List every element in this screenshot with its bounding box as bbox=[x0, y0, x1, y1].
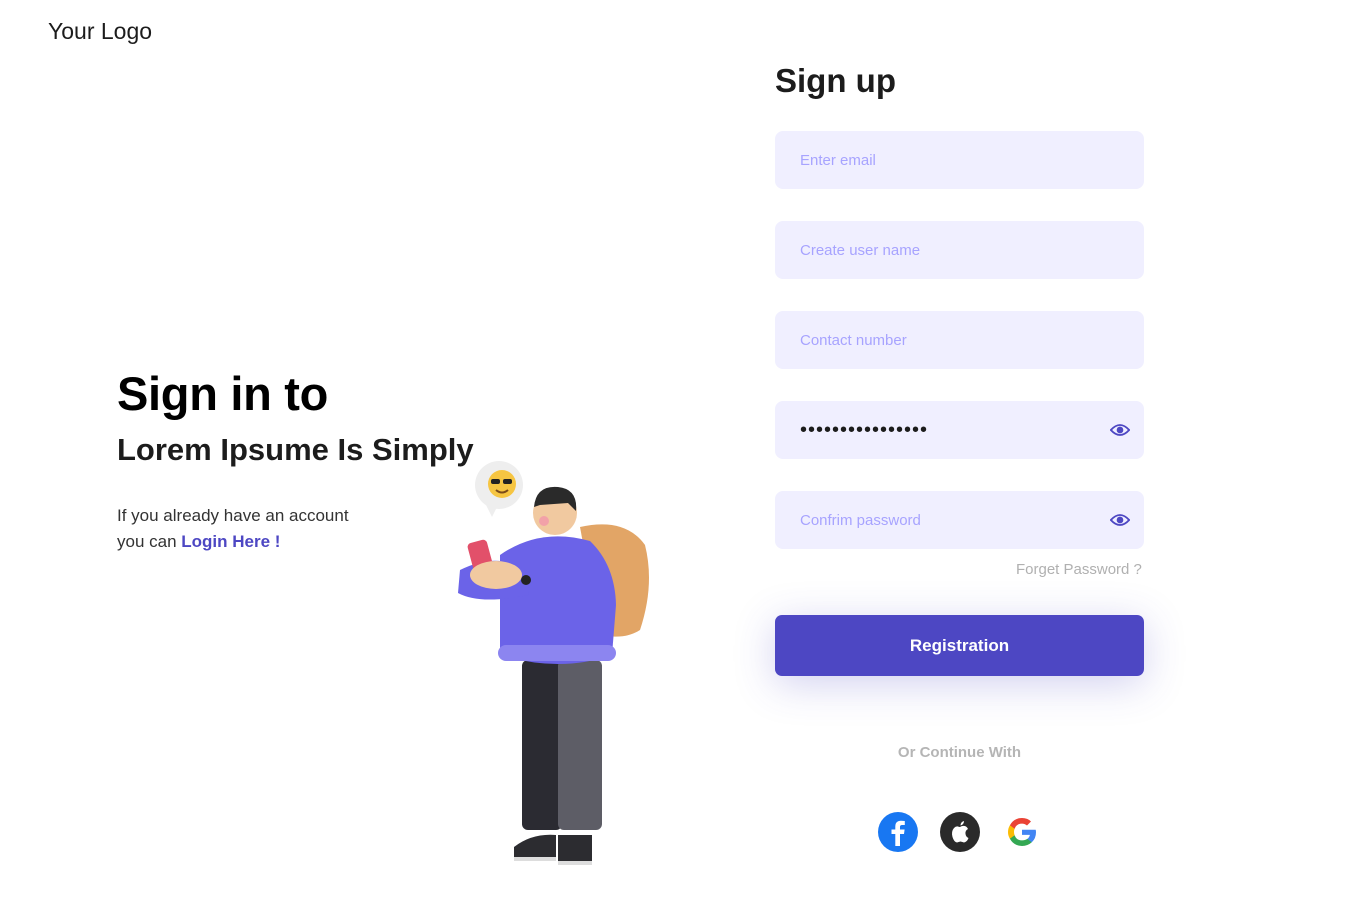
eye-icon[interactable] bbox=[1110, 421, 1130, 439]
logo: Your Logo bbox=[48, 18, 153, 44]
contact-field-wrapper bbox=[775, 311, 1144, 369]
hero-title: Sign in to bbox=[117, 367, 329, 420]
emoji-bubble bbox=[475, 461, 523, 517]
contact-number-field[interactable] bbox=[775, 311, 1144, 369]
username-field[interactable] bbox=[775, 221, 1144, 279]
or-continue-with: Or Continue With bbox=[897, 744, 1022, 761]
password-field-wrapper bbox=[775, 401, 1144, 459]
google-icon[interactable] bbox=[1002, 812, 1042, 852]
eye-icon[interactable] bbox=[1110, 511, 1130, 529]
hero-text-line2: you can bbox=[117, 532, 182, 551]
hero-text-line1: If you already have an account bbox=[117, 506, 349, 525]
character-illustration bbox=[458, 461, 649, 865]
login-link[interactable]: Login Here ! bbox=[181, 532, 280, 551]
password-field[interactable] bbox=[775, 401, 1144, 459]
confirm-password-field-wrapper bbox=[775, 491, 1144, 549]
forget-password-link[interactable]: Forget Password ? bbox=[1016, 561, 1142, 578]
email-field[interactable] bbox=[775, 131, 1144, 189]
facebook-icon[interactable] bbox=[878, 812, 918, 852]
registration-button[interactable]: Registration bbox=[775, 615, 1144, 676]
hero-text: If you already have an account you can L… bbox=[117, 503, 349, 555]
apple-icon[interactable] bbox=[940, 812, 980, 852]
signup-title: Sign up bbox=[775, 62, 896, 99]
confirm-password-field[interactable] bbox=[775, 491, 1144, 549]
username-field-wrapper bbox=[775, 221, 1144, 279]
hero-subtitle: Lorem Ipsume Is Simply bbox=[117, 432, 474, 467]
email-field-wrapper bbox=[775, 131, 1144, 189]
